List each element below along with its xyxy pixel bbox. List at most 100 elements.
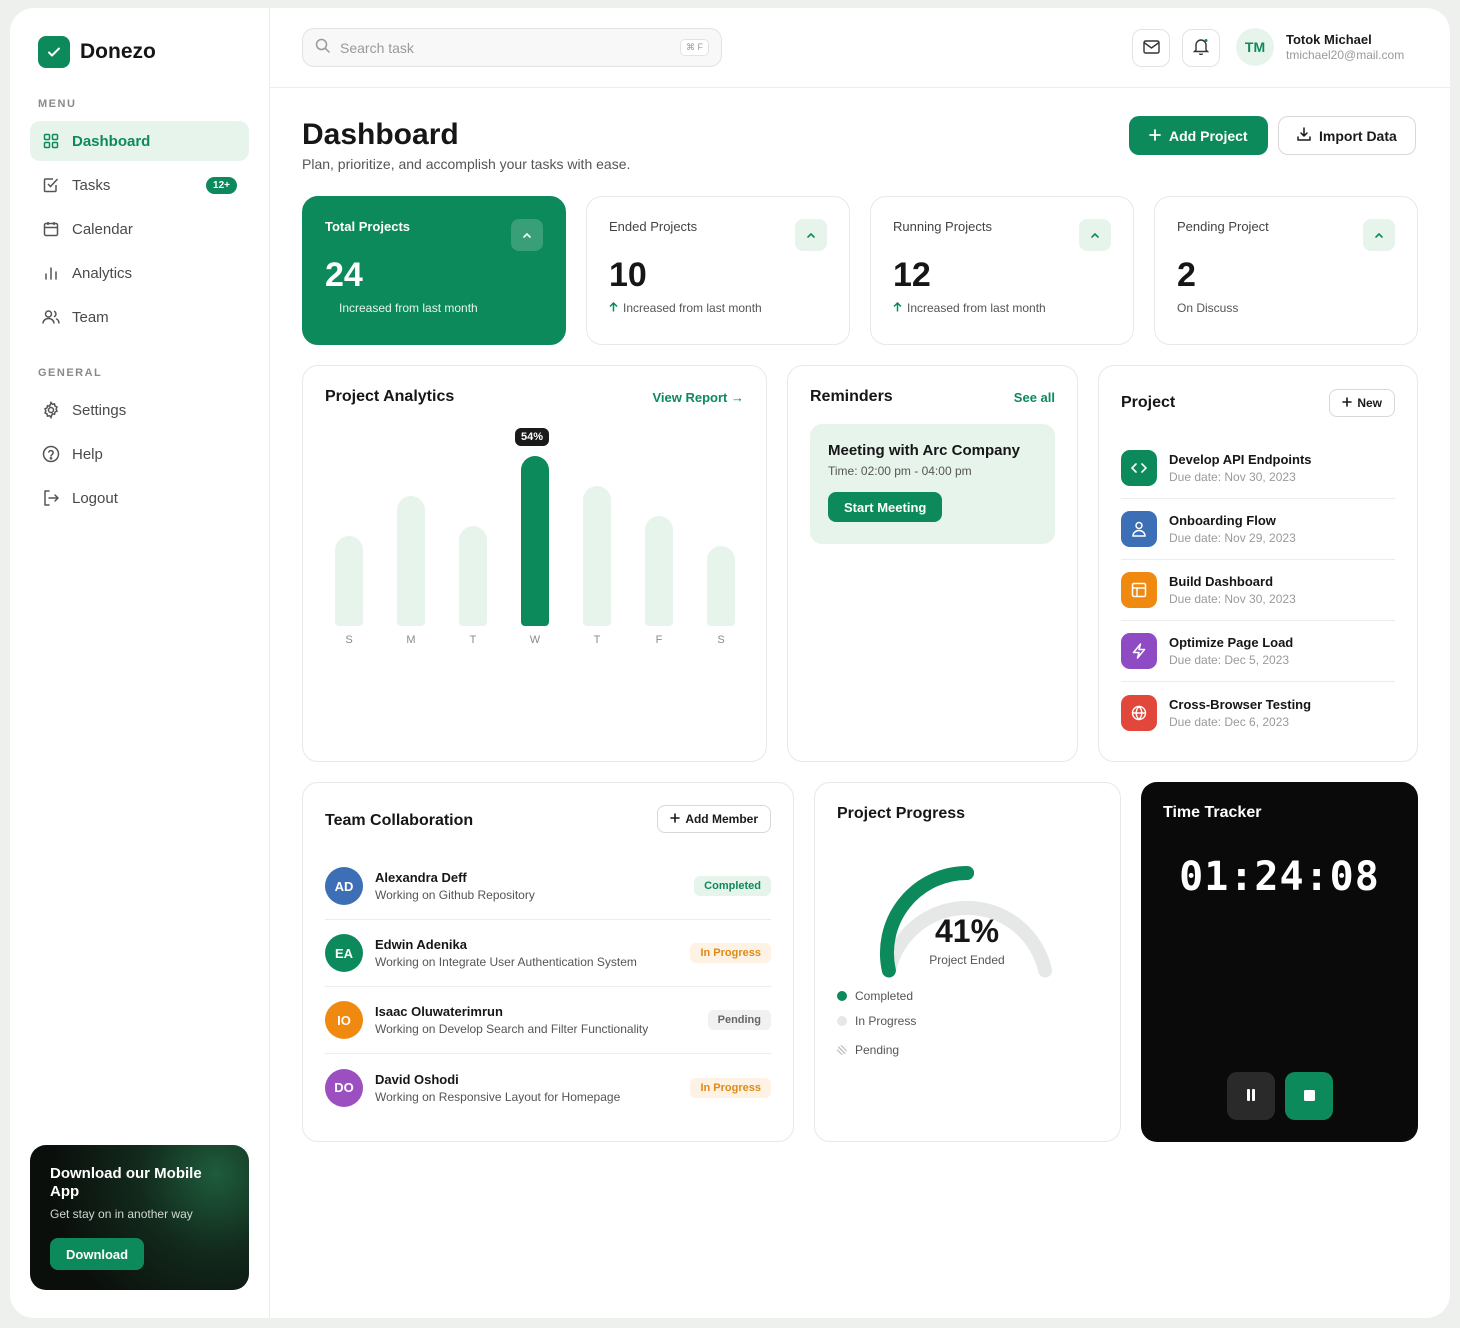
reminder-time: Time: 02:00 pm - 04:00 pm [828,464,972,478]
sidebar-item-calendar[interactable]: Calendar [30,209,249,249]
time-tracker-panel: Time Tracker 01:24:08 [1141,782,1418,1142]
pause-icon [1246,1088,1256,1104]
stop-button[interactable] [1285,1072,1333,1120]
progress-label: Project Ended [929,953,1005,967]
list-item[interactable]: Onboarding Flow Due date: Nov 29, 2023 [1121,499,1395,560]
chart-bar[interactable] [335,536,363,626]
add-member-button[interactable]: Add Member [657,805,771,833]
download-button[interactable]: Download [50,1238,145,1270]
search-input[interactable] [340,39,670,56]
user-name: Totok Michael [1286,32,1372,47]
reminders-panel: Reminders See all Meeting with Arc Compa… [787,365,1078,762]
list-item[interactable]: Develop API Endpoints Due date: Nov 30, … [1121,438,1395,499]
stat-card-ended-projects[interactable]: Ended Projects 10 Increased from last mo… [586,196,850,345]
stat-value: 10 [609,256,647,294]
legend-label: In Progress [855,1013,917,1028]
progress-value: 41% [934,913,1000,949]
arrow-up-right-icon[interactable] [795,219,827,251]
stat-note-row: Increased from last month [893,301,1111,315]
chart-bar[interactable] [521,456,549,626]
stat-card-pending-project[interactable]: Pending Project 2 On Discuss [1154,196,1418,345]
arrow-up-right-icon[interactable] [511,219,543,251]
sidebar-item-label: Calendar [72,220,133,238]
help-circle-icon [42,445,60,463]
arrow-up-right-icon[interactable] [1079,219,1111,251]
sidebar-item-tasks[interactable]: Tasks 12+ [30,165,249,205]
team-collaboration-panel: Team Collaboration Add Member AD Alexand… [302,782,794,1142]
arrow-up-right-icon[interactable] [1363,219,1395,251]
list-item[interactable]: Cross-Browser Testing Due date: Dec 6, 2… [1121,682,1395,743]
progress-gauge: 41% Project Ended [867,853,1067,983]
chart-bar[interactable] [459,526,487,626]
chart-bar[interactable] [397,496,425,626]
legend-label: Completed [855,988,914,1003]
brand-check-icon [38,36,70,68]
stat-value: 12 [893,256,931,294]
table-row[interactable]: DO David Oshodi Working on Responsive La… [325,1054,771,1121]
member-name: Edwin Adenika [375,937,467,952]
bar-chart-icon [42,264,60,282]
sidebar-item-logout[interactable]: Logout [30,478,249,518]
project-name: Onboarding Flow [1169,513,1276,528]
avatar: EA [325,934,363,972]
project-name: Develop API Endpoints [1169,452,1312,467]
chart-tick-label: W [529,634,541,646]
panel-title: Team Collaboration [325,812,474,829]
status-badge: In Progress [690,1077,771,1098]
notifications-button[interactable] [1182,29,1220,67]
search-shortcut-hint: ⌘ F [680,39,709,56]
chart-bar[interactable] [707,546,735,626]
panel-title: Project [1121,394,1176,411]
stat-card-running-projects[interactable]: Running Projects 12 Increased from last … [870,196,1134,345]
panel-title: Project Progress [837,805,966,822]
chart-tick-label: T [469,634,477,646]
mail-button[interactable] [1132,29,1170,67]
table-row[interactable]: EA Edwin Adenika Working on Integrate Us… [325,920,771,987]
sidebar-item-dashboard[interactable]: Dashboard [30,121,249,161]
member-task: Working on Integrate User Authentication… [375,955,637,969]
import-data-button[interactable]: Import Data [1278,116,1416,155]
new-project-button[interactable]: New [1329,389,1395,417]
trend-up-icon [893,301,902,315]
search-box[interactable]: ⌘ F [302,28,722,67]
view-report-link[interactable]: View Report → [652,390,744,405]
see-all-link[interactable]: See all [1014,390,1055,405]
member-name: Isaac Oluwaterimrun [375,1004,503,1019]
legend-item-completed: Completed [837,983,916,1008]
globe-icon [1121,694,1157,731]
layout-icon [1121,572,1157,608]
sidebar-item-analytics[interactable]: Analytics [30,253,249,293]
chart-bar[interactable] [583,486,611,626]
sidebar-item-label: Team [72,308,109,326]
brand[interactable]: Donezo [38,36,156,68]
plus-icon [670,812,681,826]
chart-tick-label: S [717,634,725,646]
project-name: Cross-Browser Testing [1169,696,1312,712]
chart-bar[interactable] [645,516,673,626]
legend-item-in-progress: In Progress [837,1008,916,1033]
chart-tick-label: S [345,634,353,646]
project-progress-panel: Project Progress 41% Project Ended Compl… [814,782,1121,1142]
sidebar-item-help[interactable]: Help [30,434,249,474]
member-task: Working on Develop Search and Filter Fun… [375,1022,649,1036]
pause-button[interactable] [1227,1072,1275,1120]
add-project-button[interactable]: Add Project [1129,116,1268,155]
table-row[interactable]: AD Alexandra Deff Working on Github Repo… [325,853,771,920]
list-item[interactable]: Optimize Page Load Due date: Dec 5, 2023 [1121,621,1395,682]
user-profile[interactable]: TM Totok Michael tmichael20@mail.com [1236,28,1404,66]
code-icon [1121,450,1157,486]
sidebar-item-label: Dashboard [72,132,151,150]
new-label: New [1357,396,1382,410]
project-due-date: Due date: Nov 29, 2023 [1169,531,1296,545]
sidebar-item-settings[interactable]: Settings [30,390,249,430]
table-row[interactable]: IO Isaac Oluwaterimrun Working on Develo… [325,987,771,1054]
project-name: Optimize Page Load [1169,635,1294,650]
sidebar-item-team[interactable]: Team [30,297,249,337]
stat-card-total-projects[interactable]: Total Projects 24 Increased from last mo… [302,196,566,345]
stat-value: 24 [325,256,363,294]
avatar: DO [325,1068,363,1107]
list-item[interactable]: Build Dashboard Due date: Nov 30, 2023 [1121,560,1395,621]
member-name: David Oshodi [375,1071,459,1087]
start-meeting-button[interactable]: Start Meeting [828,492,943,522]
legend-dot [837,1015,847,1026]
